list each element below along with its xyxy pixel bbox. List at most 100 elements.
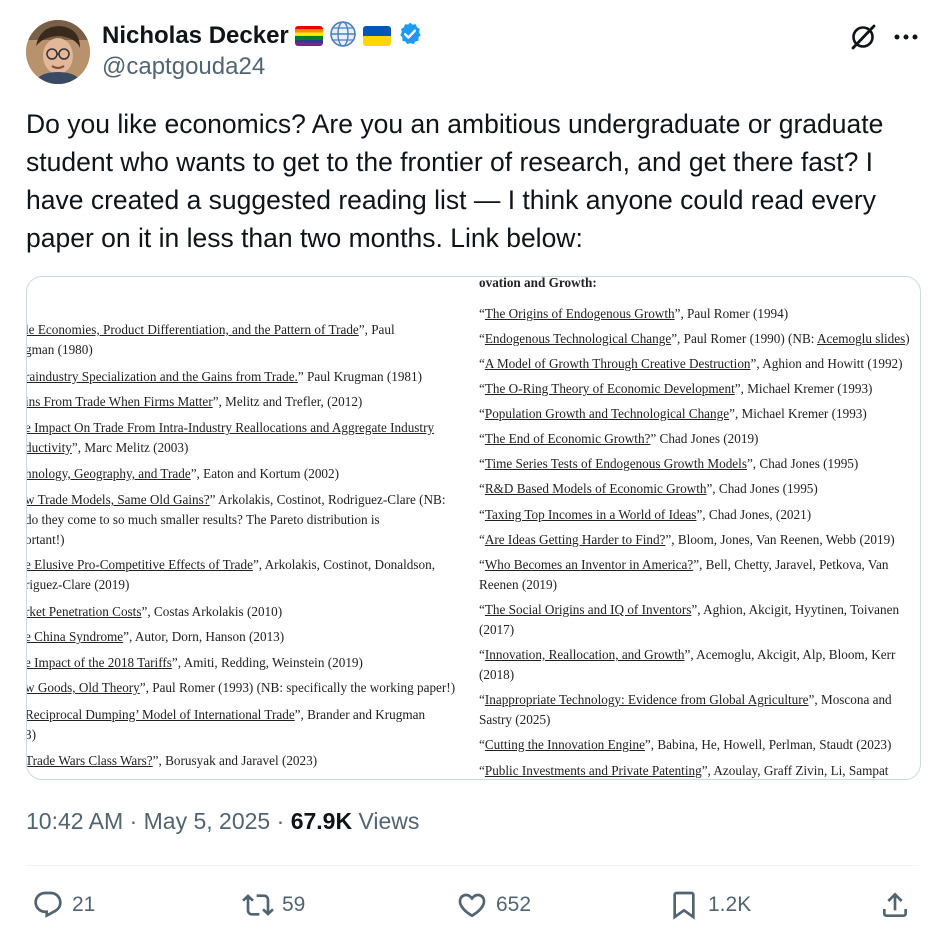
repost-icon	[242, 894, 274, 916]
share-button[interactable]	[879, 886, 911, 924]
paper-title-link[interactable]: The Origins of Endogenous Growth	[485, 306, 675, 321]
paper-title-link[interactable]: Public Investments and Private Patenting	[485, 763, 702, 778]
paper-text: ”, Michael Kremer (1993)	[734, 381, 873, 396]
bookmark-button[interactable]: 1.2K	[668, 886, 751, 924]
paper-text: ”, Aghion, Akcigit, Hyytinen, Toivanen	[691, 602, 900, 617]
reading-list-entry-line: gman (1980)	[26, 341, 93, 358]
paper-title-link[interactable]: Acemoglu slides	[817, 331, 905, 346]
paper-title-link[interactable]: rket Penetration Costs	[27, 604, 141, 619]
paper-text: ”, Bloom, Jones, Van Reenen, Webb (2019)	[665, 532, 895, 547]
paper-text: ”, Paul Romer (1994)	[674, 306, 789, 321]
paper-title-link[interactable]: Trade Wars Class Wars?	[27, 753, 153, 768]
paper-title-link[interactable]: ins From Trade When Firms Matter	[27, 394, 213, 409]
paper-authors: do they come to so much smaller results?…	[26, 511, 380, 527]
reading-list-entry-line: ortant!)	[27, 532, 65, 548]
reply-button[interactable]: 21	[32, 886, 95, 924]
reading-list-entry-line: Sastry (2025)	[479, 712, 550, 728]
tweet-media-image[interactable]: le Economies, Product Differentiation, a…	[26, 276, 921, 780]
paper-title-link[interactable]: Population Growth and Technological Chan…	[485, 406, 729, 421]
paper-text: (2018)	[479, 666, 515, 682]
paper-title-link[interactable]: raindustry Specialization and the Gains …	[27, 369, 298, 384]
meta-separator: ·	[276, 808, 285, 834]
author-handle[interactable]: @captgouda24	[102, 53, 265, 81]
reading-list-entry-line: w Trade Models, Same Old Gains?” Arkolak…	[27, 492, 446, 508]
author-name[interactable]: Nicholas Decker	[102, 22, 289, 50]
avatar-image	[26, 20, 90, 84]
paper-text: ”, Michael Kremer (1993)	[729, 406, 867, 421]
avatar[interactable]	[26, 20, 90, 84]
paper-authors: ”, Eaton and Kortum (2002)	[190, 466, 340, 481]
reading-list-entry-line: e Impact On Trade From Intra-Industry Re…	[27, 420, 434, 436]
paper-authors: ” Arkolakis, Costinot, Rodriguez-Clare (…	[209, 492, 446, 507]
paper-title-link[interactable]: Taxing Top Incomes in a World of Ideas	[485, 507, 697, 522]
meta-separator: ·	[129, 808, 138, 834]
more-icon[interactable]	[892, 22, 922, 52]
repost-button[interactable]: 59	[242, 886, 305, 924]
like-button[interactable]: 652	[456, 886, 531, 924]
reading-list-entry-line: 3)	[26, 726, 36, 743]
tweet-meta: 10:42 AM · May 5, 2025 · 67.9K Views	[26, 808, 419, 835]
paper-title-link[interactable]: hnology, Geography, and Trade	[27, 466, 191, 481]
paper-title-link[interactable]: The Social Origins and IQ of Inventors	[485, 602, 692, 617]
paper-title-link[interactable]: Innovation, Reallocation, and Growth	[485, 647, 685, 662]
tweet-time[interactable]: 10:42 AM	[26, 808, 123, 834]
paper-authors: riguez-Clare (2019)	[26, 576, 130, 592]
reading-list-entry-line: “A Model of Growth Through Creative Dest…	[479, 356, 903, 372]
paper-title-link[interactable]: w Goods, Old Theory	[27, 680, 140, 695]
like-count: 652	[496, 893, 532, 916]
paper-title-link[interactable]: Inappropriate Technology: Evidence from …	[485, 692, 809, 707]
reading-list-entry-line: “Innovation, Reallocation, and Growth”, …	[479, 647, 895, 663]
globe-icon	[329, 20, 357, 53]
reading-list-entry-line: (2017)	[479, 622, 514, 638]
paper-text: ”, Azoulay, Graff Zivin, Li, Sampat	[701, 763, 889, 778]
reading-list-entry-line: Trade Wars Class Wars?”, Borusyak and Ja…	[27, 753, 317, 769]
paper-title-link[interactable]: Reciprocal Dumping’ Model of Internation…	[27, 707, 295, 722]
reading-list-entry-line: “Inappropriate Technology: Evidence from…	[479, 692, 892, 708]
reading-list-entry-line: “Who Becomes an Inventor in America?”, B…	[479, 557, 888, 573]
paper-authors: ”, Marc Melitz (2003)	[71, 439, 189, 455]
reading-list-entry-line: “The Social Origins and IQ of Inventors”…	[479, 602, 899, 618]
reading-list-entry-line: le Economies, Product Differentiation, a…	[27, 322, 395, 338]
reading-list-entry-line: ins From Trade When Firms Matter”, Melit…	[27, 394, 362, 410]
paper-title-link[interactable]: e China Syndrome	[27, 629, 123, 644]
heart-icon	[458, 893, 486, 918]
reading-list-entry-line: rket Penetration Costs”, Costas Arkolaki…	[27, 604, 283, 620]
paper-title-link[interactable]: e Impact On Trade From Intra-Industry Re…	[27, 420, 434, 435]
tweet-date[interactable]: May 5, 2025	[144, 808, 271, 834]
paper-title-link[interactable]: w Trade Models, Same Old Gains?	[27, 492, 210, 507]
paper-title-link[interactable]: Time Series Tests of Endogenous Growth M…	[485, 456, 747, 471]
paper-text: ”, Chad Jones (1995)	[706, 481, 818, 496]
paper-authors: ”, Costas Arkolakis (2010)	[141, 604, 283, 619]
paper-text: ”, Chad Jones (1995)	[746, 456, 859, 471]
reading-list-entry-line: w Goods, Old Theory”, Paul Romer (1993) …	[27, 680, 455, 696]
paper-title-link[interactable]: e Elusive Pro-Competitive Effects of Tra…	[27, 557, 253, 572]
paper-authors: ”, Brander and Krugman	[294, 707, 426, 722]
reading-list-entry-line: raindustry Specialization and the Gains …	[27, 369, 423, 385]
paper-authors: 3)	[26, 726, 36, 742]
paper-title-link[interactable]: ductivity	[27, 440, 72, 455]
paper-authors: ” Paul Krugman (1981)	[297, 369, 423, 384]
verified-badge-icon[interactable]	[397, 21, 423, 52]
paper-text: ”, Bell, Chetty, Jaravel, Petkova, Van	[693, 557, 889, 572]
paper-authors: ”, Arkolakis, Costinot, Donaldson,	[252, 557, 435, 572]
paper-title-link[interactable]: le Economies, Product Differentiation, a…	[27, 322, 359, 337]
grok-icon[interactable]	[848, 22, 878, 52]
bookmark-count: 1.2K	[708, 893, 752, 916]
views-count: 67.9K	[290, 808, 353, 834]
paper-title-link[interactable]: Are Ideas Getting Harder to Find?	[485, 532, 666, 547]
reading-list-entry-line: (2018)	[479, 667, 514, 683]
paper-title-link[interactable]: e Impact of the 2018 Tariffs	[27, 655, 172, 670]
reading-list-entry-line: “Taxing Top Incomes in a World of Ideas”…	[479, 507, 811, 523]
paper-text: ”, Aghion and Howitt (1992)	[750, 356, 903, 371]
reply-count: 21	[72, 893, 96, 916]
paper-title-link[interactable]: A Model of Growth Through Creative Destr…	[485, 356, 751, 371]
paper-title-link[interactable]: The O-Ring Theory of Economic Developmen…	[485, 381, 735, 396]
reading-list-entry-line: “Time Series Tests of Endogenous Growth …	[479, 456, 858, 472]
paper-title-link[interactable]: R&D Based Models of Economic Growth	[485, 481, 707, 496]
paper-title-link[interactable]: Who Becomes an Inventor in America?	[485, 557, 693, 572]
paper-title-link[interactable]: Endogenous Technological Change	[485, 331, 671, 346]
paper-title-link[interactable]: The End of Economic Growth?	[485, 431, 651, 446]
reading-list-entry-line: “The End of Economic Growth?” Chad Jones…	[479, 431, 758, 447]
paper-authors: gman (1980)	[26, 341, 93, 357]
paper-title-link[interactable]: Cutting the Innovation Engine	[485, 737, 645, 752]
